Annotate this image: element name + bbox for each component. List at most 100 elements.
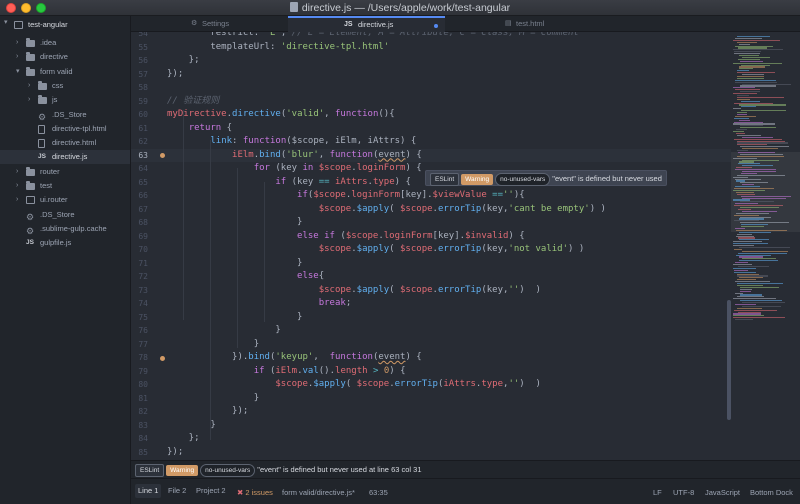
line-number[interactable]: 56 <box>131 54 148 68</box>
chevron-right-icon[interactable]: › <box>16 50 18 64</box>
file-path[interactable]: form valid/directive.js* <box>282 488 355 497</box>
code-line[interactable]: $scope.$apply( $scope.errorTip(key,'cant… <box>167 203 606 217</box>
code-line[interactable]: } <box>167 216 302 230</box>
tree-item[interactable]: › js <box>0 93 130 107</box>
line-number[interactable]: 54 <box>131 32 148 41</box>
line-number[interactable]: 82 <box>131 405 148 419</box>
code-line[interactable]: } <box>167 257 302 271</box>
code-line[interactable]: return { <box>167 122 232 136</box>
code-line[interactable]: else{ <box>167 270 324 284</box>
line-number[interactable]: 67 <box>131 203 148 217</box>
line-number[interactable]: 73 <box>131 284 148 298</box>
line-number[interactable]: 70 <box>131 243 148 257</box>
code-line[interactable]: }); <box>167 405 248 419</box>
line-number[interactable]: 71 <box>131 257 148 271</box>
minimap[interactable] <box>731 32 800 460</box>
code-line[interactable]: }); <box>167 446 183 460</box>
tree-item[interactable]: ⚙ .DS_Store <box>0 208 130 222</box>
rule-badge[interactable]: no-unused-vars <box>495 173 551 186</box>
code-line[interactable]: myDirective.directive('valid', function(… <box>167 108 395 122</box>
tab-test-html[interactable]: ▤ test.html <box>445 16 602 32</box>
tree-item[interactable]: › router <box>0 165 130 179</box>
text-editor[interactable]: 54 55 56 57 58 59 60 61 62 63 64 65 66 67 68 69 70 71 72 73… <box>131 32 731 460</box>
line-number[interactable]: 75 <box>131 311 148 325</box>
code-line[interactable]: if($scope.loginForm[key].$viewValue ==''… <box>167 189 525 203</box>
tree-item[interactable]: JS directive.js <box>0 150 130 165</box>
tab-settings[interactable]: ⚙ Settings <box>131 16 288 32</box>
line-number-gutter[interactable]: 54 55 56 57 58 59 60 61 62 63 64 65 66 67 68 69 70 71 72 73… <box>131 32 165 460</box>
code-line[interactable]: restrict: 'E', // E = Element, A = Attri… <box>167 32 579 41</box>
code-line[interactable]: $scope.$apply( $scope.errorTip(key,'not … <box>167 243 585 257</box>
line-number[interactable]: 65 <box>131 176 148 190</box>
line-number[interactable]: 60 <box>131 108 148 122</box>
code-line[interactable]: else if ($scope.loginForm[key].$invalid)… <box>167 230 525 244</box>
chevron-right-icon[interactable]: › <box>28 93 30 107</box>
code-line[interactable]: }); <box>167 68 183 82</box>
line-number[interactable]: 84 <box>131 432 148 446</box>
code-line[interactable]: if (iElm.val().length > 0) { <box>167 365 406 379</box>
linter-scope-line[interactable]: Line 1 <box>135 484 162 498</box>
tree-item[interactable]: JS gulpfile.js <box>0 236 130 250</box>
tree-item[interactable]: › .idea <box>0 36 130 50</box>
linter-scope-project[interactable]: Project 2 <box>193 484 229 498</box>
line-number[interactable]: 72 <box>131 270 148 284</box>
tab-directive-js[interactable]: JS directive.js <box>288 16 445 32</box>
line-number[interactable]: 78 <box>131 351 148 365</box>
code-line[interactable]: } <box>167 338 259 352</box>
line-number[interactable]: 64 <box>131 162 148 176</box>
code-line[interactable]: }).bind('keyup', function(event) { <box>167 351 422 365</box>
line-number[interactable]: 81 <box>131 392 148 406</box>
line-number[interactable]: 63 <box>131 149 148 163</box>
code-line[interactable]: break; <box>167 297 352 311</box>
chevron-right-icon[interactable]: › <box>16 193 18 207</box>
code-line[interactable]: } <box>167 419 215 433</box>
line-number[interactable]: 69 <box>131 230 148 244</box>
bottom-dock-toggle[interactable]: Bottom Dock <box>750 488 793 497</box>
line-number[interactable]: 74 <box>131 297 148 311</box>
line-number[interactable]: 80 <box>131 378 148 392</box>
grammar[interactable]: JavaScript <box>705 488 740 497</box>
tree-item[interactable]: directive.html <box>0 136 130 150</box>
modified-indicator[interactable] <box>434 24 438 28</box>
code-line[interactable]: } <box>167 311 302 325</box>
line-number[interactable]: 83 <box>131 419 148 433</box>
line-number[interactable]: 85 <box>131 446 148 460</box>
tree-item[interactable]: ⚙ .DS_Store <box>0 108 130 122</box>
tree-root[interactable]: ▾ test-angular <box>0 18 130 32</box>
warning-marker-icon[interactable] <box>160 153 165 158</box>
tree-item[interactable]: › test <box>0 179 130 193</box>
chevron-down-icon[interactable]: ▾ <box>16 65 20 79</box>
issues-count[interactable]: ✖ 2 issues <box>237 488 273 497</box>
tree-item[interactable]: ⚙ .sublime-gulp.cache <box>0 222 130 236</box>
code-line[interactable]: link: function($scope, iElm, iAttrs) { <box>167 135 416 149</box>
encoding[interactable]: UTF-8 <box>673 488 694 497</box>
line-number[interactable]: 57 <box>131 68 148 82</box>
code-line[interactable]: iElm.bind('blur', function(event) { <box>167 149 422 163</box>
line-number[interactable]: 79 <box>131 365 148 379</box>
vertical-scrollbar[interactable] <box>727 300 731 420</box>
tree-item[interactable]: › css <box>0 79 130 93</box>
chevron-right-icon[interactable]: › <box>16 36 18 50</box>
line-number[interactable]: 66 <box>131 189 148 203</box>
chevron-right-icon[interactable]: › <box>28 79 30 93</box>
line-number[interactable]: 58 <box>131 81 148 95</box>
line-number[interactable]: 76 <box>131 324 148 338</box>
line-number[interactable]: 77 <box>131 338 148 352</box>
cursor-position[interactable]: 63:35 <box>369 488 388 497</box>
lint-location[interactable]: at line 63 col 31 <box>369 465 422 474</box>
tree-item[interactable]: › directive <box>0 50 130 64</box>
line-ending[interactable]: LF <box>653 488 662 497</box>
code-line[interactable]: }; <box>167 432 200 446</box>
code-line[interactable]: } <box>167 324 280 338</box>
line-number[interactable]: 59 <box>131 95 148 109</box>
chevron-right-icon[interactable]: › <box>16 165 18 179</box>
warning-marker-icon[interactable] <box>160 355 165 361</box>
chevron-right-icon[interactable]: › <box>16 179 18 193</box>
code-line[interactable]: templateUrl: 'directive-tpl.html' <box>167 41 389 55</box>
code-area[interactable]: restrict: 'E', // E = Element, A = Attri… <box>167 32 731 460</box>
code-line[interactable]: }; <box>167 54 200 68</box>
code-line[interactable]: if (key == iAttrs.type) { <box>167 176 411 190</box>
tree-item[interactable]: directive-tpl.html <box>0 122 130 136</box>
line-number[interactable]: 68 <box>131 216 148 230</box>
code-line[interactable]: $scope.$apply( $scope.errorTip(key,'') ) <box>167 284 541 298</box>
